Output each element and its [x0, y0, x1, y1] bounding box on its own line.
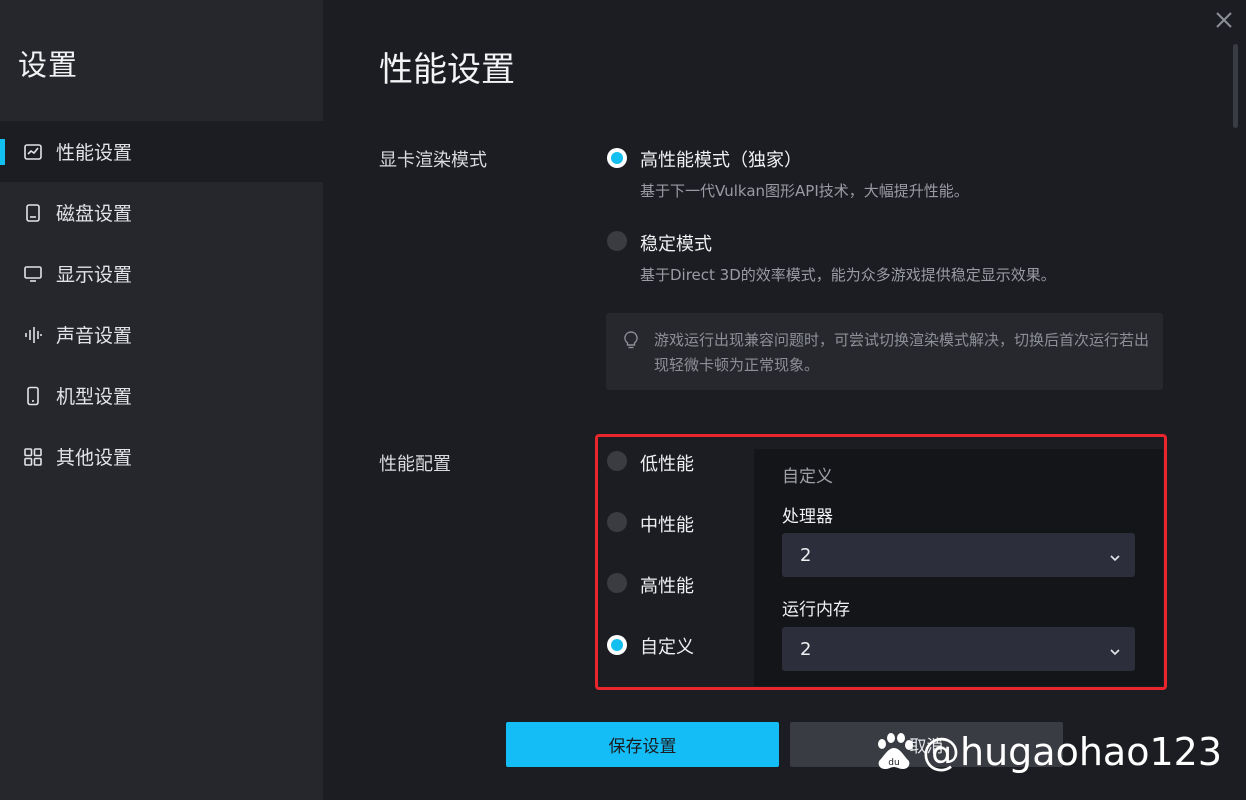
phone-icon [22, 385, 44, 407]
sidebar-item-display[interactable]: 显示设置 [0, 243, 323, 304]
chevron-down-icon [1109, 643, 1121, 656]
sidebar-item-label: 其他设置 [56, 447, 133, 469]
perf-medium-radio[interactable] [607, 512, 627, 532]
chevron-down-icon [1109, 549, 1121, 562]
sidebar-item-label: 显示设置 [56, 264, 133, 286]
render-option-vulkan-label[interactable]: 高性能模式（独家） [640, 146, 802, 172]
perf-custom-label[interactable]: 自定义 [640, 633, 694, 659]
baidu-paw-logo-icon: du [872, 732, 916, 772]
render-option-vulkan-radio[interactable] [607, 148, 627, 168]
custom-panel-title: 自定义 [782, 467, 833, 487]
monitor-icon [22, 263, 44, 285]
ram-label: 运行内存 [782, 600, 850, 620]
ram-select[interactable]: 2 [782, 627, 1135, 671]
sidebar-item-label: 磁盘设置 [56, 203, 133, 225]
lightbulb-icon [622, 330, 640, 350]
watermark: du @hugaohao123 [872, 730, 1222, 774]
perf-low-radio[interactable] [607, 451, 627, 471]
render-mode-label: 显卡渲染模式 [379, 150, 487, 171]
sidebar-title: 设置 [18, 48, 79, 82]
sidebar-item-label: 性能设置 [56, 142, 133, 164]
sidebar-item-device[interactable]: 机型设置 [0, 365, 323, 426]
perf-high-radio[interactable] [607, 573, 627, 593]
sidebar-item-other[interactable]: 其他设置 [0, 426, 323, 487]
cpu-label: 处理器 [782, 507, 833, 527]
disk-icon [22, 202, 44, 224]
performance-chart-icon [22, 141, 44, 163]
sidebar-item-label: 机型设置 [56, 386, 133, 408]
scrollbar[interactable] [1233, 44, 1238, 128]
sidebar-item-sound[interactable]: 声音设置 [0, 304, 323, 365]
page-title: 性能设置 [379, 50, 515, 90]
svg-text:du: du [888, 758, 899, 768]
render-option-vulkan-desc: 基于下一代Vulkan图形API技术，大幅提升性能。 [640, 182, 969, 200]
render-option-stable-radio[interactable] [607, 231, 627, 251]
sidebar-nav: 性能设置 磁盘设置 显示设置 声音设置 机型设置 其他设置 [0, 121, 323, 487]
sidebar: 设置 性能设置 磁盘设置 显示设置 声音设置 机型设置 其他设置 [0, 0, 323, 800]
perf-custom-radio[interactable] [607, 635, 627, 655]
perf-high-label[interactable]: 高性能 [640, 572, 694, 598]
render-hint: 游戏运行出现兼容问题时，可尝试切换渲染模式解决，切换后首次运行若出现轻微卡顿为正… [606, 313, 1163, 390]
main-panel: 性能设置 显卡渲染模式 高性能模式（独家） 基于下一代Vulkan图形API技术… [323, 0, 1246, 800]
render-hint-text: 游戏运行出现兼容问题时，可尝试切换渲染模式解决，切换后首次运行若出现轻微卡顿为正… [654, 331, 1150, 374]
sidebar-item-disk[interactable]: 磁盘设置 [0, 182, 323, 243]
perf-medium-label[interactable]: 中性能 [640, 511, 694, 537]
render-option-stable-desc: 基于Direct 3D的效率模式，能为众多游戏提供稳定显示效果。 [640, 266, 1056, 284]
render-option-stable-label[interactable]: 稳定模式 [640, 230, 712, 256]
perf-config-label: 性能配置 [379, 454, 451, 475]
ram-select-value: 2 [800, 638, 812, 660]
sidebar-item-performance[interactable]: 性能设置 [0, 121, 323, 182]
save-button[interactable]: 保存设置 [506, 722, 779, 767]
perf-low-label[interactable]: 低性能 [640, 450, 694, 476]
cpu-select[interactable]: 2 [782, 533, 1135, 577]
watermark-text: @hugaohao123 [922, 730, 1222, 774]
close-icon[interactable] [1212, 8, 1236, 32]
sound-wave-icon [22, 324, 44, 346]
grid-icon [22, 446, 44, 468]
cpu-select-value: 2 [800, 544, 812, 566]
sidebar-item-label: 声音设置 [56, 325, 133, 347]
custom-config-panel: 自定义 处理器 2 运行内存 2 [754, 449, 1163, 686]
